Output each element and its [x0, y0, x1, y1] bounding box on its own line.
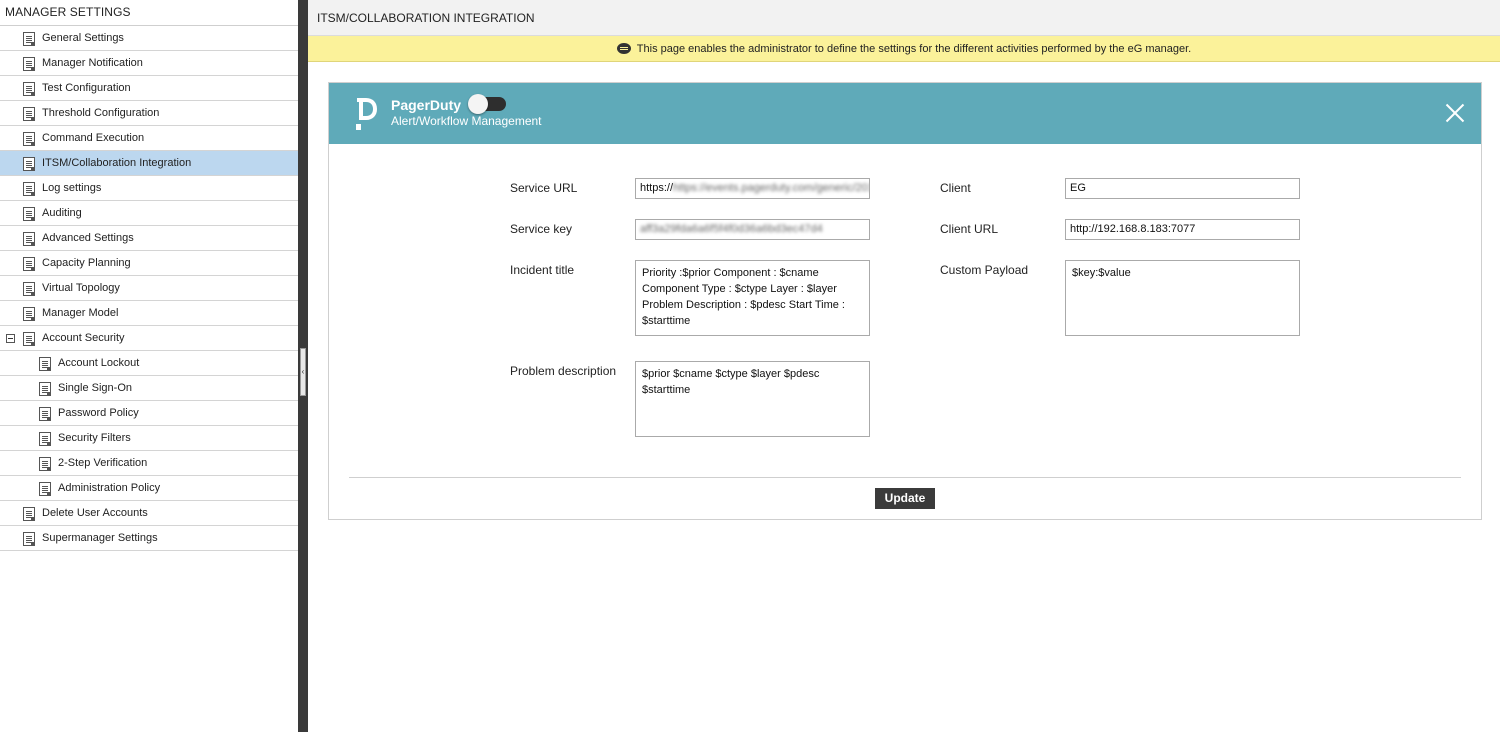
page-title: ITSM/COLLABORATION INTEGRATION — [308, 0, 1500, 36]
sidebar-item-virtual-topology[interactable]: Virtual Topology — [0, 276, 298, 301]
service-url-label: Service URL — [510, 181, 578, 195]
collapse-sidebar-handle[interactable]: ‹ — [300, 348, 306, 396]
service-key-value: aff3a29fda6a6f5f4f0d36a6bd3ec47d4 — [640, 223, 823, 235]
settings-tree: General Settings Manager Notification Test… — [0, 26, 298, 551]
problem-description-label: Problem description — [510, 364, 617, 378]
sidebar-item-account-lockout[interactable]: Account Lockout — [0, 351, 298, 376]
sidebar-item-label: 2-Step Verification — [58, 457, 148, 469]
document-icon — [39, 382, 51, 396]
document-icon — [23, 157, 35, 171]
document-icon — [23, 82, 35, 96]
document-icon — [39, 457, 51, 471]
sidebar-item-label: Command Execution — [42, 132, 145, 144]
sidebar-item-administration-policy[interactable]: Administration Policy — [0, 476, 298, 501]
document-icon — [23, 107, 35, 121]
sidebar-item-2-step-verification[interactable]: 2-Step Verification — [0, 451, 298, 476]
integration-name: PagerDuty — [391, 97, 462, 113]
sidebar-item-label: Security Filters — [58, 432, 131, 444]
sidebar-item-label: ITSM/Collaboration Integration — [42, 157, 192, 169]
sidebar-item-account-security[interactable]: Account Security — [0, 326, 298, 351]
sidebar-item-label: Supermanager Settings — [42, 532, 158, 544]
sidebar-item-log-settings[interactable]: Log settings — [0, 176, 298, 201]
document-icon — [23, 207, 35, 221]
integration-subtitle: Alert/Workflow Management — [391, 114, 542, 128]
custom-payload-label: Custom Payload — [940, 263, 1029, 277]
main-panel: ITSM/COLLABORATION INTEGRATION This page… — [308, 0, 1500, 732]
document-icon — [23, 132, 35, 146]
sidebar-item-label: Capacity Planning — [42, 257, 131, 269]
sidebar-item-single-sign-on[interactable]: Single Sign-On — [0, 376, 298, 401]
sidebar-item-password-policy[interactable]: Password Policy — [0, 401, 298, 426]
service-key-label: Service key — [510, 222, 573, 236]
sidebar-item-delete-user-accounts[interactable]: Delete User Accounts — [0, 501, 298, 526]
sidebar-item-label: Virtual Topology — [42, 282, 120, 294]
update-button[interactable]: Update — [875, 488, 935, 509]
toggle-knob — [468, 94, 488, 114]
document-icon — [23, 232, 35, 246]
sidebar-item-label: Administration Policy — [58, 482, 161, 494]
incident-title-textarea[interactable]: Priority :$prior Component : $cname Comp… — [635, 260, 870, 336]
sidebar-item-supermanager-settings[interactable]: Supermanager Settings — [0, 526, 298, 551]
service-url-value: https://events.pagerduty.com/generic/201… — [673, 182, 870, 194]
sidebar-title: MANAGER SETTINGS — [0, 0, 298, 26]
sidebar-item-label: Test Configuration — [42, 82, 131, 94]
problem-description-textarea[interactable]: $prior $cname $ctype $layer $pdesc $star… — [635, 361, 870, 437]
sidebar-item-threshold-configuration[interactable]: Threshold Configuration — [0, 101, 298, 126]
sidebar-item-command-execution[interactable]: Command Execution — [0, 126, 298, 151]
document-icon — [23, 282, 35, 296]
sidebar-item-capacity-planning[interactable]: Capacity Planning — [0, 251, 298, 276]
document-icon — [23, 507, 35, 521]
document-icon — [39, 407, 51, 421]
document-icon — [39, 482, 51, 496]
info-banner-text: This page enables the administrator to d… — [636, 43, 1192, 55]
service-url-input[interactable]: https://https://events.pagerduty.com/gen… — [635, 178, 870, 199]
document-icon — [23, 57, 35, 71]
service-key-input[interactable]: aff3a29fda6a6f5f4f0d36a6bd3ec47d4 — [635, 219, 870, 240]
document-icon — [23, 32, 35, 46]
sidebar-item-general-settings[interactable]: General Settings — [0, 26, 298, 51]
sidebar-item-label: Delete User Accounts — [42, 507, 148, 519]
document-icon — [23, 332, 35, 346]
pagerduty-card-header: PagerDuty Alert/Workflow Management — [329, 83, 1481, 144]
pagerduty-card: PagerDuty Alert/Workflow Management Serv… — [328, 82, 1482, 520]
sidebar-item-label: Advanced Settings — [42, 232, 134, 244]
document-icon — [23, 257, 35, 271]
enable-toggle[interactable] — [468, 94, 506, 114]
sidebar-item-auditing[interactable]: Auditing — [0, 201, 298, 226]
incident-title-label: Incident title — [510, 263, 575, 277]
sidebar-item-label: Account Security — [42, 332, 125, 344]
pagerduty-logo-icon — [356, 98, 377, 130]
sidebar-item-label: Log settings — [42, 182, 102, 194]
document-icon — [23, 182, 35, 196]
sidebar-item-security-filters[interactable]: Security Filters — [0, 426, 298, 451]
document-icon — [39, 432, 51, 446]
sidebar-item-label: Manager Notification — [42, 57, 143, 69]
sidebar-item-label: Account Lockout — [58, 357, 140, 369]
sidebar-item-label: Manager Model — [42, 307, 119, 319]
form-divider — [349, 477, 1461, 478]
sidebar-item-label: Password Policy — [58, 407, 139, 419]
sidebar-item-label: Auditing — [42, 207, 82, 219]
collapse-icon[interactable] — [6, 334, 15, 343]
custom-payload-textarea[interactable]: $key:$value — [1065, 260, 1300, 336]
sidebar-item-test-configuration[interactable]: Test Configuration — [0, 76, 298, 101]
document-icon — [23, 532, 35, 546]
document-icon — [23, 307, 35, 321]
sidebar-item-advanced-settings[interactable]: Advanced Settings — [0, 226, 298, 251]
sidebar-item-itsm-collaboration-integration[interactable]: ITSM/Collaboration Integration — [0, 151, 298, 176]
client-url-input[interactable]: http://192.168.8.183:7077 — [1065, 219, 1300, 240]
document-icon — [39, 357, 51, 371]
client-url-label: Client URL — [940, 222, 999, 236]
client-input[interactable]: EG — [1065, 178, 1300, 199]
sidebar-item-manager-model[interactable]: Manager Model — [0, 301, 298, 326]
sidebar-item-label: General Settings — [42, 32, 124, 44]
sidebar-item-label: Threshold Configuration — [42, 107, 160, 119]
client-label: Client — [940, 181, 971, 195]
info-banner: This page enables the administrator to d… — [308, 36, 1500, 62]
close-icon[interactable] — [1445, 103, 1465, 123]
sidebar-item-manager-notification[interactable]: Manager Notification — [0, 51, 298, 76]
sidebar-item-label: Single Sign-On — [58, 382, 132, 394]
sidebar: MANAGER SETTINGS General Settings Manager… — [0, 0, 298, 732]
comment-icon — [616, 42, 631, 54]
